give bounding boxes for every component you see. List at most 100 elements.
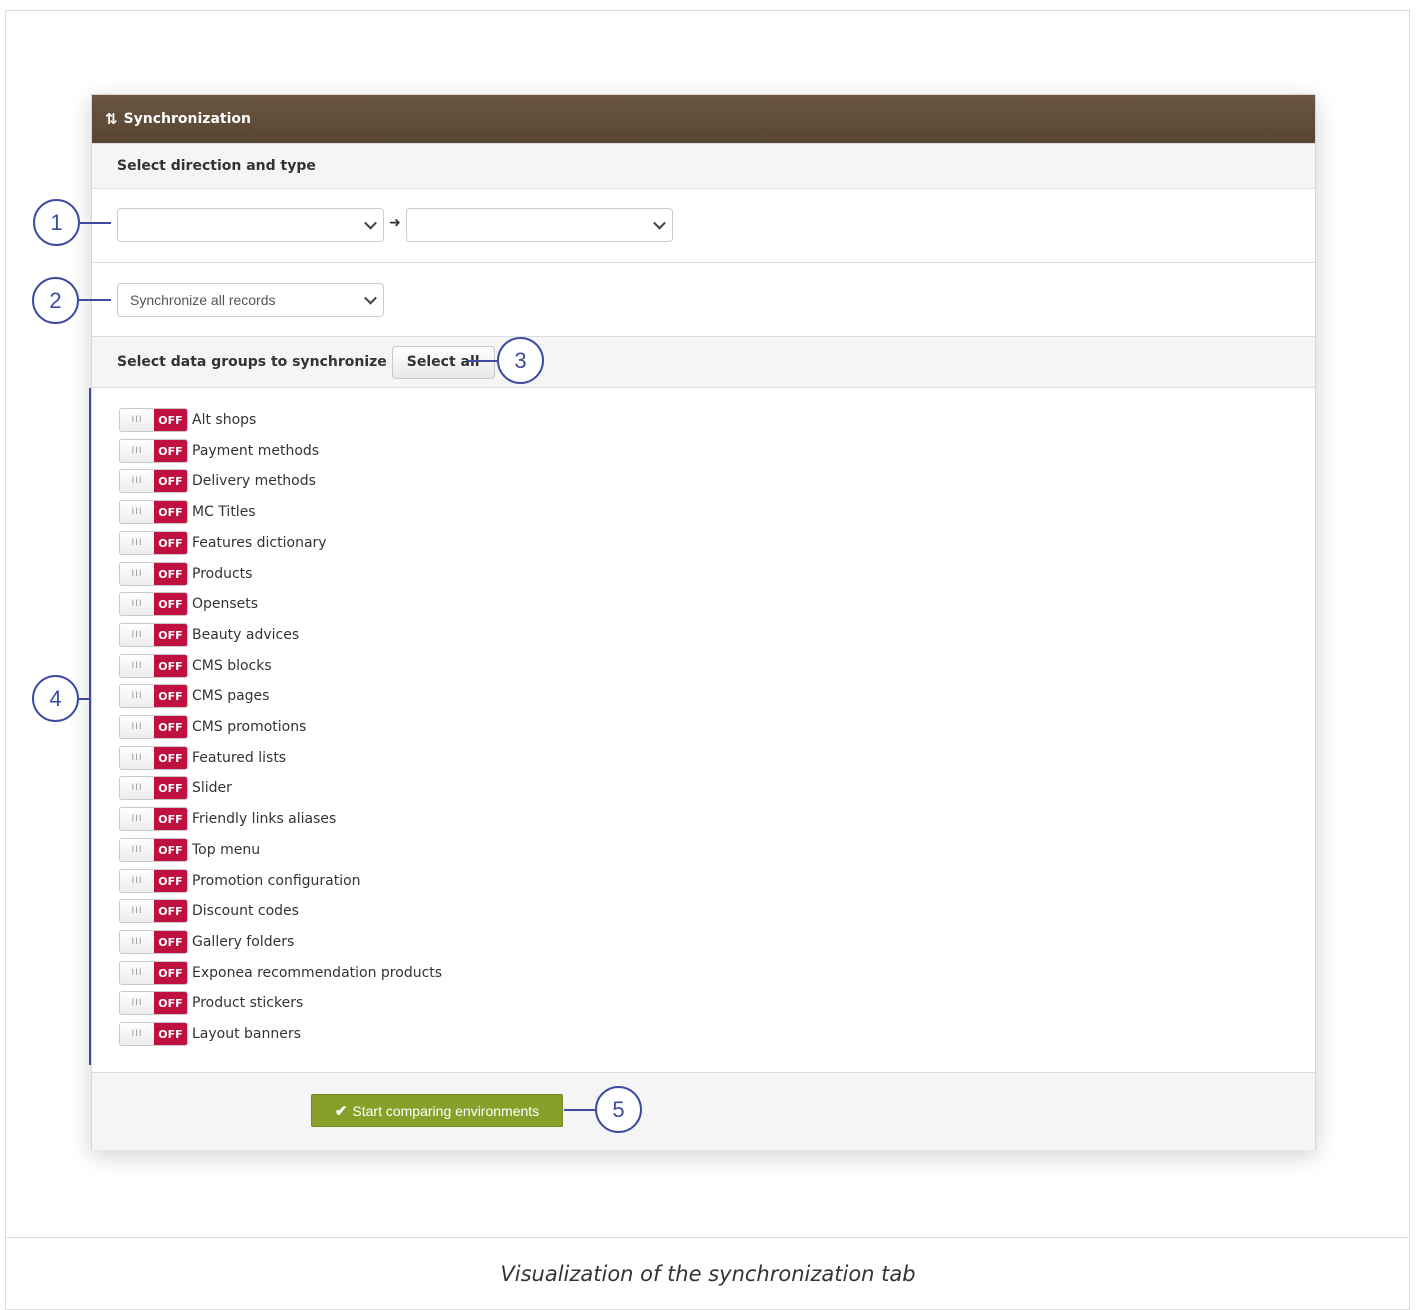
callout-5: 5	[595, 1086, 642, 1133]
panel-title: Synchronization	[123, 111, 251, 127]
target-environment-select[interactable]	[406, 208, 673, 242]
callout-2-line	[79, 299, 111, 301]
toggle-handle-icon: III	[120, 839, 154, 861]
group-row: III OFF Opensets	[119, 592, 258, 616]
group-toggle[interactable]: III OFF	[119, 869, 188, 893]
toggle-state-label: OFF	[154, 563, 187, 585]
toggle-state-label: OFF	[154, 501, 187, 523]
group-row: III OFF Layout banners	[119, 1022, 301, 1046]
toggle-handle-icon: III	[120, 777, 154, 799]
group-toggle[interactable]: III OFF	[119, 899, 188, 923]
toggle-state-label: OFF	[154, 593, 187, 615]
toggle-handle-icon: III	[120, 655, 154, 677]
group-toggle[interactable]: III OFF	[119, 807, 188, 831]
callout-4-bracket	[89, 388, 91, 1065]
toggle-handle-icon: III	[120, 470, 154, 492]
toggle-state-label: OFF	[154, 900, 187, 922]
groups-heading-bar: Select data groups to synchronize Select…	[92, 336, 1315, 388]
group-toggle[interactable]: III OFF	[119, 531, 188, 555]
groups-heading: Select data groups to synchronize	[117, 354, 387, 370]
toggle-handle-icon: III	[120, 992, 154, 1014]
synchronization-panel: ⇅ Synchronization Select direction and t…	[91, 94, 1316, 1150]
group-label: Features dictionary	[192, 535, 327, 551]
group-row: III OFF Top menu	[119, 838, 260, 862]
group-toggle[interactable]: III OFF	[119, 961, 188, 985]
group-row: III OFF Payment methods	[119, 439, 319, 463]
group-toggle[interactable]: III OFF	[119, 469, 188, 493]
group-label: Product stickers	[192, 995, 304, 1011]
callout-3: 3	[497, 337, 544, 384]
toggle-handle-icon: III	[120, 624, 154, 646]
callout-2: 2	[32, 277, 79, 324]
toggle-state-label: OFF	[154, 870, 187, 892]
callout-3-line	[468, 360, 497, 362]
chevron-down-icon	[364, 216, 377, 230]
group-row: III OFF Product stickers	[119, 991, 303, 1015]
toggle-state-label: OFF	[154, 409, 187, 431]
callout-1-line	[80, 222, 111, 224]
source-environment-select[interactable]	[117, 208, 384, 242]
row-separator	[92, 262, 1315, 263]
group-row: III OFF Products	[119, 562, 252, 586]
panel-footer: ✔ Start comparing environments	[92, 1072, 1315, 1150]
group-row: III OFF Gallery folders	[119, 930, 294, 954]
group-label: MC Titles	[192, 504, 256, 520]
group-row: III OFF Discount codes	[119, 899, 299, 923]
group-toggle[interactable]: III OFF	[119, 439, 188, 463]
caption-divider	[5, 1237, 1410, 1238]
group-label: Friendly links aliases	[192, 811, 337, 827]
group-toggle[interactable]: III OFF	[119, 715, 188, 739]
group-row: III OFF Slider	[119, 776, 232, 800]
select-all-button[interactable]: Select all	[391, 345, 495, 379]
toggle-state-label: OFF	[154, 716, 187, 738]
group-toggle[interactable]: III OFF	[119, 408, 188, 432]
group-toggle[interactable]: III OFF	[119, 991, 188, 1015]
group-label: Slider	[192, 780, 232, 796]
group-toggle[interactable]: III OFF	[119, 684, 188, 708]
group-toggle[interactable]: III OFF	[119, 562, 188, 586]
check-icon: ✔	[334, 1102, 348, 1120]
group-toggle[interactable]: III OFF	[119, 776, 188, 800]
group-label: CMS promotions	[192, 719, 307, 735]
toggle-handle-icon: III	[120, 1023, 154, 1045]
group-toggle[interactable]: III OFF	[119, 746, 188, 770]
group-label: CMS pages	[192, 688, 270, 704]
chevron-down-icon	[364, 291, 377, 305]
group-row: III OFF Delivery methods	[119, 469, 316, 493]
group-row: III OFF Promotion configuration	[119, 869, 361, 893]
arrow-right-icon: ➜	[389, 214, 401, 230]
group-toggle[interactable]: III OFF	[119, 1022, 188, 1046]
group-row: III OFF CMS pages	[119, 684, 269, 708]
sync-type-select[interactable]: Synchronize all records	[117, 283, 384, 317]
toggle-handle-icon: III	[120, 440, 154, 462]
toggle-state-label: OFF	[154, 624, 187, 646]
group-toggle[interactable]: III OFF	[119, 500, 188, 524]
group-label: Delivery methods	[192, 473, 316, 489]
toggle-handle-icon: III	[120, 409, 154, 431]
toggle-handle-icon: III	[120, 870, 154, 892]
group-toggle[interactable]: III OFF	[119, 654, 188, 678]
sync-icon: ⇅	[105, 110, 118, 128]
group-row: III OFF Exponea recommendation products	[119, 961, 442, 985]
start-comparing-label: Start comparing environments	[352, 1102, 540, 1119]
chevron-down-icon	[653, 216, 666, 230]
toggle-handle-icon: III	[120, 563, 154, 585]
toggle-handle-icon: III	[120, 593, 154, 615]
group-row: III OFF CMS blocks	[119, 654, 272, 678]
group-toggle[interactable]: III OFF	[119, 930, 188, 954]
group-label: Alt shops	[192, 412, 257, 428]
toggle-handle-icon: III	[120, 931, 154, 953]
group-toggle[interactable]: III OFF	[119, 592, 188, 616]
callout-5-line	[564, 1109, 595, 1111]
panel-header: ⇅ Synchronization	[92, 95, 1315, 143]
start-comparing-button[interactable]: ✔ Start comparing environments	[311, 1094, 563, 1127]
toggle-state-label: OFF	[154, 839, 187, 861]
select-all-label: Select all	[406, 354, 480, 370]
group-label: Products	[192, 566, 253, 582]
group-label: CMS blocks	[192, 658, 272, 674]
sync-type-value: Synchronize all records	[130, 292, 276, 308]
toggle-handle-icon: III	[120, 747, 154, 769]
group-toggle[interactable]: III OFF	[119, 623, 188, 647]
group-toggle[interactable]: III OFF	[119, 838, 188, 862]
group-row: III OFF Features dictionary	[119, 531, 327, 555]
